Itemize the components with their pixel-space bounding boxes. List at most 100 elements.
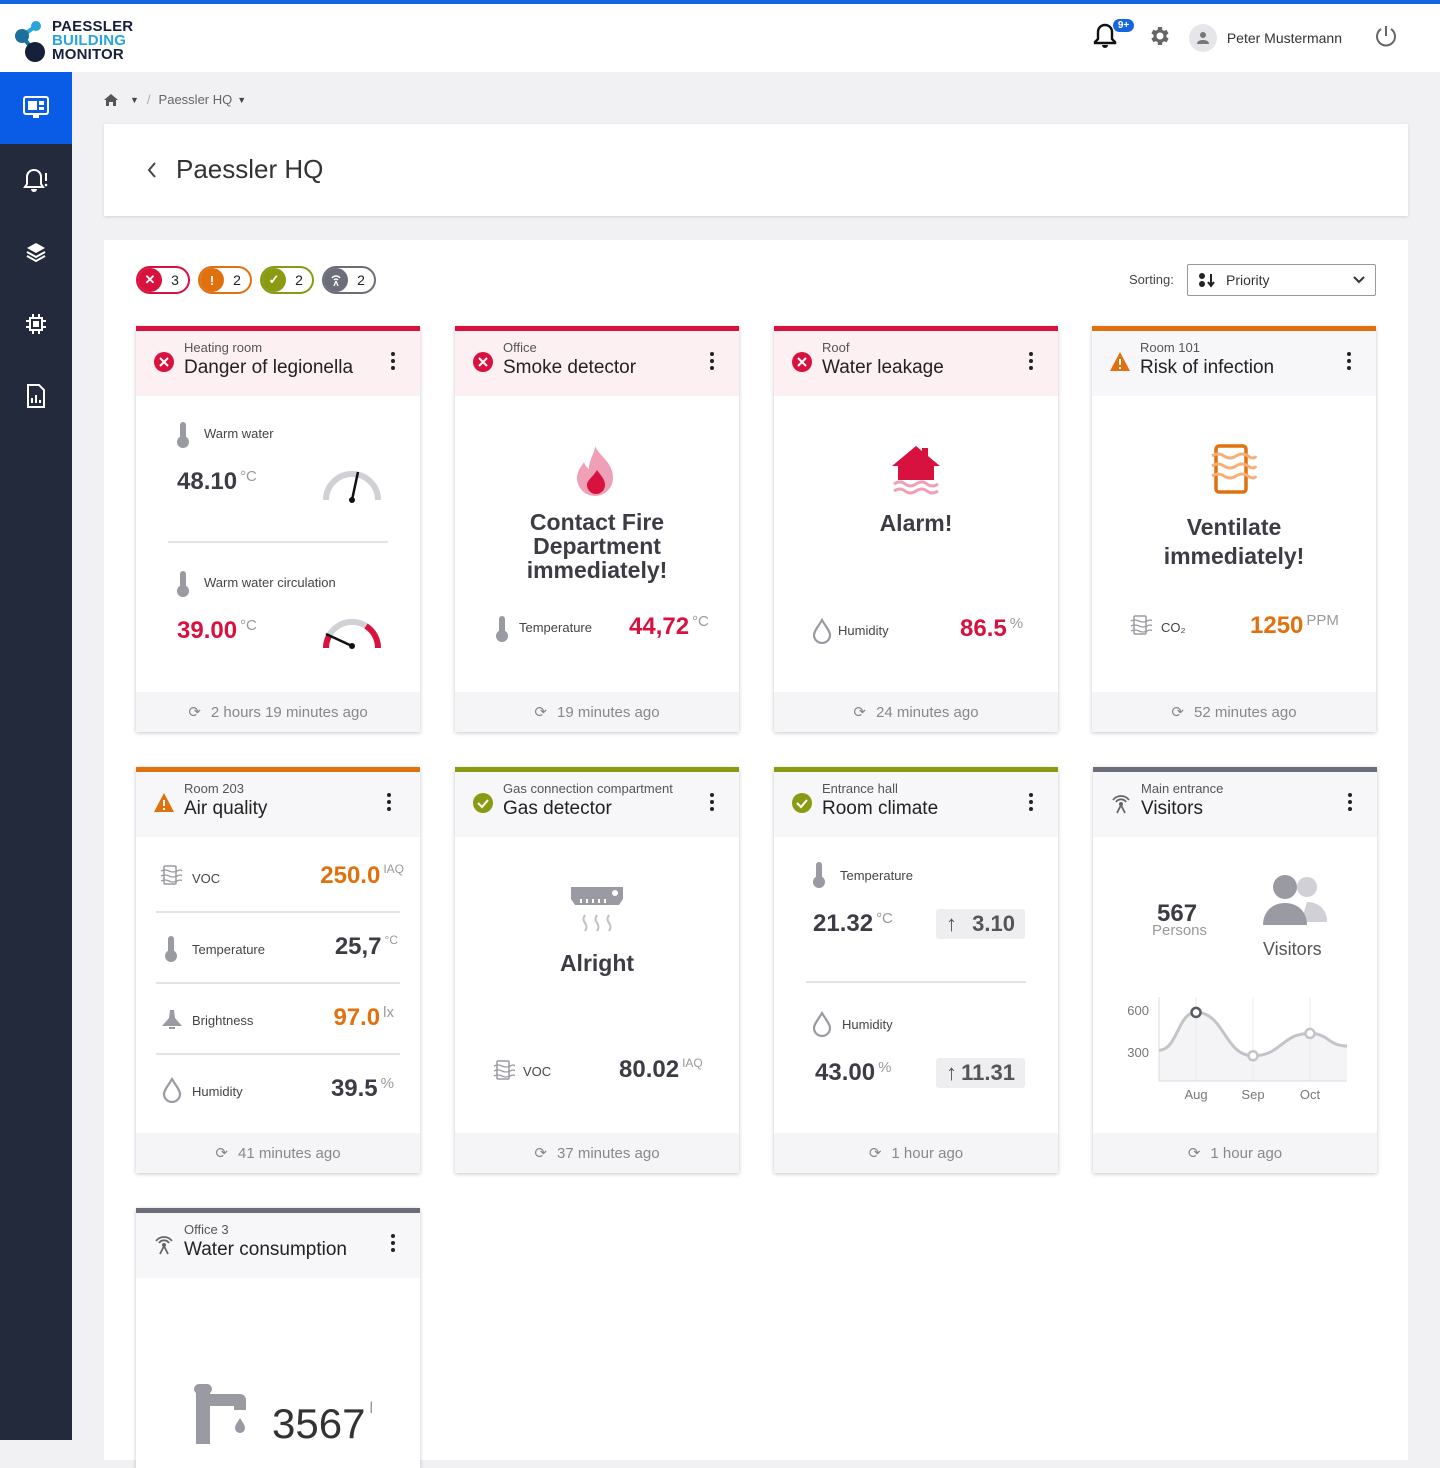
device-card[interactable]: Entrance hall Room climate Temperature 21… bbox=[774, 767, 1058, 1173]
home-icon[interactable] bbox=[104, 93, 118, 106]
thermometer-icon bbox=[813, 862, 825, 888]
more-options-button[interactable] bbox=[382, 793, 396, 813]
more-options-button[interactable] bbox=[1342, 352, 1356, 372]
water-drop-icon bbox=[812, 1011, 832, 1037]
more-options-button[interactable] bbox=[386, 352, 400, 372]
filter-ok[interactable]: ✓ 2 bbox=[260, 266, 314, 294]
more-options-button[interactable] bbox=[705, 793, 719, 813]
refresh-icon[interactable]: ⟳ bbox=[188, 703, 201, 721]
more-options-button[interactable] bbox=[1343, 793, 1357, 813]
card-location: Office 3 bbox=[184, 1222, 229, 1237]
sidebar-item-reports[interactable] bbox=[0, 360, 72, 432]
device-card[interactable]: Roof Water leakage Alarm! Humidity 86.5% … bbox=[774, 326, 1058, 732]
refresh-icon[interactable]: ⟳ bbox=[534, 703, 547, 721]
sort-icon bbox=[1199, 273, 1215, 288]
device-card[interactable]: Gas connection compartment Gas detector A… bbox=[455, 767, 739, 1173]
device-card[interactable]: Office Smoke detector Contact Fire Departm… bbox=[455, 326, 739, 732]
filter-count: 2 bbox=[295, 272, 303, 288]
air-sensor-icon bbox=[1130, 615, 1152, 635]
sidebar-item-layers[interactable] bbox=[0, 216, 72, 288]
thermometer-icon bbox=[165, 936, 177, 962]
last-updated: 19 minutes ago bbox=[557, 703, 660, 721]
check-icon bbox=[473, 793, 493, 813]
breadcrumb-dropdown-caret[interactable]: ▼ bbox=[237, 95, 246, 105]
device-card[interactable]: Main entrance Visitors 567 Persons Visito… bbox=[1093, 767, 1377, 1173]
breadcrumb-separator: / bbox=[146, 92, 151, 107]
warning-icon bbox=[154, 793, 174, 812]
breadcrumb-current[interactable]: Paessler HQ bbox=[159, 92, 233, 107]
card-footer: ⟳ 52 minutes ago bbox=[1092, 692, 1376, 732]
more-options-button[interactable] bbox=[705, 352, 719, 372]
filter-count: 2 bbox=[357, 272, 365, 288]
thermometer-icon bbox=[177, 571, 189, 597]
alert-message: Contact Fire Department immediately! bbox=[526, 509, 668, 583]
gauge-warm-water-circulation bbox=[322, 618, 382, 649]
reading-value: 39.00 bbox=[177, 617, 238, 644]
last-updated: 41 minutes ago bbox=[238, 1144, 341, 1162]
refresh-icon[interactable]: ⟳ bbox=[869, 1144, 882, 1162]
card-location: Gas connection compartment bbox=[503, 781, 673, 796]
data-point bbox=[1247, 1050, 1259, 1062]
warning-icon: ! bbox=[200, 268, 224, 292]
refresh-icon[interactable]: ⟳ bbox=[534, 1144, 547, 1162]
sidebar-item-alarms[interactable] bbox=[0, 144, 72, 216]
refresh-icon[interactable]: ⟳ bbox=[853, 703, 866, 721]
people-icon bbox=[1263, 875, 1327, 925]
reading-label: Humidity bbox=[842, 1017, 893, 1032]
sidebar-item-devices[interactable] bbox=[0, 288, 72, 360]
home-dropdown-caret[interactable]: ▼ bbox=[130, 95, 139, 105]
more-options-button[interactable] bbox=[1024, 352, 1038, 372]
check-icon bbox=[792, 793, 812, 813]
error-icon bbox=[473, 352, 493, 372]
back-icon[interactable] bbox=[146, 161, 158, 179]
device-card[interactable]: Room 203 Air quality VOC 250.0 IAQ Tempera… bbox=[136, 767, 420, 1173]
filter-offline[interactable]: 2 bbox=[322, 266, 376, 294]
reading-label: Warm water circulation bbox=[204, 575, 336, 590]
reading-label: Temperature bbox=[840, 868, 913, 883]
reading-unit: °C bbox=[384, 933, 398, 947]
reading-value: 43.00 bbox=[815, 1059, 876, 1086]
avatar[interactable] bbox=[1188, 24, 1217, 52]
data-point bbox=[1190, 1006, 1202, 1019]
filter-count: 3 bbox=[171, 272, 179, 288]
consumption-unit: l bbox=[369, 1400, 373, 1417]
filter-error[interactable]: ✕ 3 bbox=[136, 266, 190, 294]
card-location: Room 101 bbox=[1140, 340, 1200, 355]
settings-button[interactable] bbox=[1147, 24, 1171, 53]
visitors-chart: Aug Sep Oct 300 600 bbox=[1127, 997, 1348, 1102]
user-name[interactable]: Peter Mustermann bbox=[1227, 30, 1342, 46]
device-card[interactable]: Heating room Danger of legionella Warm wa… bbox=[136, 326, 420, 732]
logo[interactable]: PAESSLER BUILDING MONITOR bbox=[14, 18, 133, 64]
reading-label: Humidity bbox=[838, 623, 889, 638]
fire-icon bbox=[577, 446, 613, 496]
x-tick-label: Oct bbox=[1300, 1087, 1321, 1102]
notifications-button[interactable]: 9+ bbox=[1093, 18, 1135, 54]
card-location: Office bbox=[503, 340, 537, 355]
sorting-select[interactable]: Priority bbox=[1187, 264, 1376, 296]
antenna-icon bbox=[155, 1236, 173, 1255]
error-icon bbox=[792, 352, 812, 372]
alert-message: Alarm! bbox=[879, 510, 953, 536]
error-icon: ✕ bbox=[138, 268, 162, 292]
more-options-button[interactable] bbox=[1024, 793, 1038, 813]
more-options-button[interactable] bbox=[386, 1234, 400, 1254]
flooded-house-icon bbox=[892, 446, 940, 495]
refresh-icon[interactable]: ⟳ bbox=[1171, 703, 1184, 721]
device-card[interactable]: Room 101 Risk of infection Ventilate immed… bbox=[1092, 326, 1376, 732]
card-title: Danger of legionella bbox=[184, 357, 354, 378]
page-title: Paessler HQ bbox=[176, 154, 324, 184]
device-card[interactable]: Office 3 Water consumption 3567 l bbox=[136, 1208, 420, 1468]
sidebar-item-dashboard[interactable] bbox=[0, 72, 72, 144]
filter-warning[interactable]: ! 2 bbox=[198, 266, 252, 294]
reading-value: 39.5 bbox=[330, 1075, 378, 1102]
reading-value: 1250 bbox=[1250, 612, 1304, 639]
sidebar bbox=[0, 72, 72, 1440]
delta-badge: ↑ 11.31 bbox=[936, 1058, 1025, 1088]
refresh-icon[interactable]: ⟳ bbox=[1188, 1144, 1201, 1162]
chevron-down-icon bbox=[1353, 276, 1365, 284]
antenna-icon bbox=[324, 268, 348, 292]
reading-unit: IAQ bbox=[383, 862, 404, 876]
logout-button[interactable] bbox=[1374, 24, 1398, 53]
refresh-icon[interactable]: ⟳ bbox=[215, 1144, 228, 1162]
x-tick-label: Sep bbox=[1241, 1087, 1264, 1102]
